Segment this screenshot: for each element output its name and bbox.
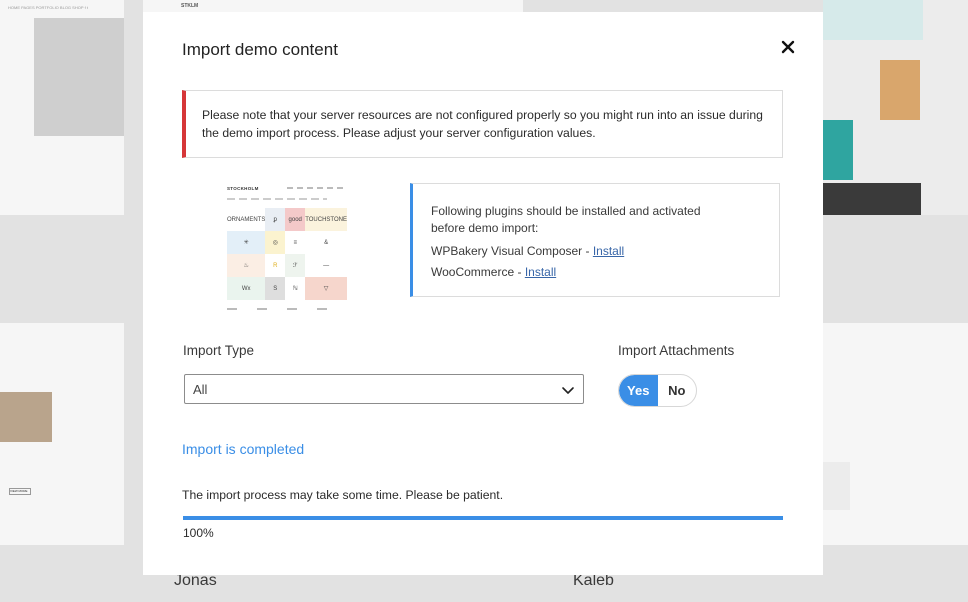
bg-button-label: VIEW MORE (10, 489, 28, 493)
bg-balloons-image (34, 18, 124, 136)
bg-dark-band (823, 183, 921, 215)
preview-nav (287, 187, 345, 189)
preview-subnav (227, 198, 327, 200)
bg-product-image (823, 462, 850, 510)
progress-percent: 100% (183, 526, 214, 540)
preview-cell: ✳ (227, 231, 266, 254)
preview-brand: STOCKHOLM (227, 186, 259, 191)
close-icon (781, 40, 795, 54)
progress-fill (183, 516, 783, 520)
bg-product-tile (823, 0, 923, 40)
preview-cell: good (285, 208, 306, 231)
preview-cell: ORNAMENTS (227, 208, 266, 231)
bg-header-strip (143, 0, 523, 12)
import-attachments-label: Import Attachments (618, 343, 735, 358)
preview-captions (227, 308, 347, 310)
plugin-name: WooCommerce (431, 265, 515, 279)
plugin-separator: - (582, 244, 593, 258)
bg-photo (0, 392, 52, 442)
import-status: Import is completed (182, 441, 305, 457)
notice-text: Please note that your server resources a… (202, 108, 763, 140)
preview-cell: Wx (227, 277, 266, 300)
close-button[interactable] (779, 38, 797, 56)
bg-nav-item: SHOP (72, 5, 84, 10)
bg-card-bottom-right (823, 323, 968, 545)
import-type-label: Import Type (183, 343, 255, 358)
preview-cell: S (265, 277, 286, 300)
plugin-name: WPBakery Visual Composer (431, 244, 583, 258)
bg-logo: STKLM (181, 3, 199, 9)
plugins-intro: Following plugins should be installed an… (431, 204, 701, 235)
preview-cell: ℱ (285, 254, 306, 277)
preview-cell: ℕ (285, 277, 306, 300)
chevron-down-icon (562, 387, 574, 394)
attachments-no-option[interactable]: No (658, 375, 697, 406)
preview-cell: — (305, 254, 347, 277)
preview-cell: ♨ (227, 254, 266, 277)
bg-view-more-button: VIEW MORE (9, 488, 31, 495)
preview-cell: ▽ (305, 277, 347, 300)
bg-nav-item: PORTFOLIO (35, 5, 59, 10)
server-warning-notice: Please note that your server resources a… (182, 90, 783, 158)
preview-cell: ꝑ (265, 208, 286, 231)
attachments-yes-option[interactable]: Yes (619, 375, 658, 406)
plugin-row: WooCommerce - Install (431, 265, 761, 279)
import-hint: The import process may take some time. P… (182, 488, 504, 502)
plugin-row: WPBakery Visual Composer - Install (431, 244, 761, 258)
bg-nav-item: PAGES (21, 5, 35, 10)
preview-grid: ORNAMENTS ꝑ good TOUCHSTONE ✳ ◎ ≡ & ♨ R … (227, 208, 347, 300)
install-wpbakery-link[interactable]: Install (593, 244, 624, 258)
modal-title: Import demo content (182, 40, 338, 59)
import-demo-modal: Import demo content Please note that you… (143, 12, 823, 575)
install-woocommerce-link[interactable]: Install (525, 265, 556, 279)
bg-nav-item: f (84, 5, 86, 10)
demo-preview-thumbnail: STOCKHOLM ORNAMENTS ꝑ good TOUCHSTONE ✳ … (227, 184, 347, 314)
plugin-separator: - (514, 265, 525, 279)
bg-nav-item: BLOG (59, 5, 72, 10)
bg-product-tile (823, 120, 853, 180)
import-progress-bar (183, 516, 783, 520)
bg-nav-item: t (86, 5, 88, 10)
bg-nav-item: HOME (8, 5, 20, 10)
import-attachments-toggle: Yes No (618, 374, 697, 407)
preview-cell: ≡ (285, 231, 306, 254)
bg-product-tile (880, 60, 920, 120)
required-plugins-box: Following plugins should be installed an… (410, 183, 780, 297)
preview-cell: R (265, 254, 286, 277)
import-type-select[interactable]: All (184, 374, 584, 404)
preview-cell: TOUCHSTONE (305, 208, 347, 231)
bg-top-nav: HOME PAGES PORTFOLIO BLOG SHOP f t (8, 5, 88, 10)
import-type-value: All (193, 382, 208, 397)
preview-cell: & (305, 231, 347, 254)
preview-cell: ◎ (265, 231, 286, 254)
